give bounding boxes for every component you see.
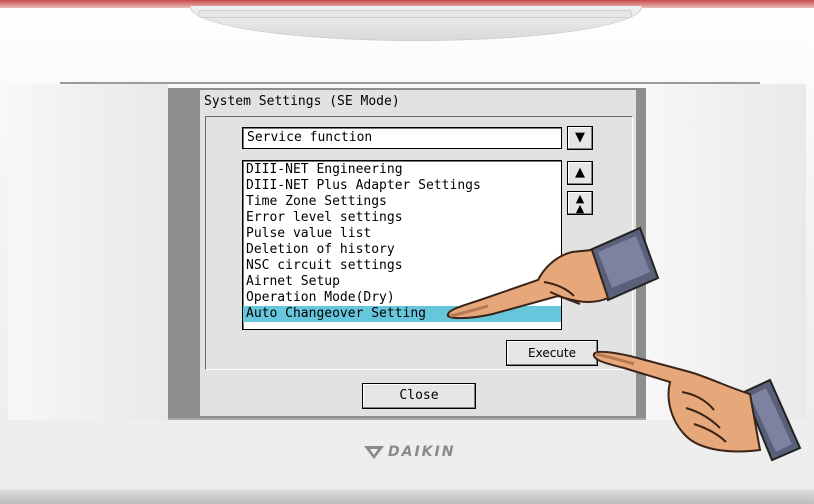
bezel-left <box>8 84 168 420</box>
bezel-divider-top <box>60 82 760 84</box>
dropdown-button[interactable]: ▼ <box>567 126 593 150</box>
category-select[interactable]: Service function <box>242 127 562 149</box>
category-select-value: Service function <box>247 130 373 145</box>
device-top-slot <box>198 10 632 18</box>
daikin-logo-icon <box>364 446 384 459</box>
double-triangle-up-icon: ▲ ▲ <box>575 192 585 215</box>
scroll-up-button[interactable]: ▲ <box>567 161 593 185</box>
device-bottom-edge <box>0 490 814 504</box>
screen-title: System Settings (SE Mode) <box>204 94 400 109</box>
list-item[interactable]: Time Zone Settings <box>243 194 561 210</box>
list-item[interactable]: DIII-NET Engineering <box>243 162 561 178</box>
bezel-divider-bottom <box>168 418 646 420</box>
scroll-to-top-button[interactable]: ▲ ▲ <box>567 191 593 215</box>
brand-name: DAIKIN <box>388 444 456 460</box>
list-item[interactable]: DIII-NET Plus Adapter Settings <box>243 178 561 194</box>
execute-button[interactable]: Execute <box>506 340 598 366</box>
brand-logo: DAIKIN <box>364 441 455 463</box>
pointing-hand-icon <box>592 350 802 462</box>
close-button[interactable]: Close <box>362 383 476 409</box>
triangle-up-icon: ▲ <box>575 165 585 180</box>
triangle-down-icon: ▼ <box>575 130 585 145</box>
pointing-hand-icon <box>446 226 660 320</box>
touch-panel-device: System Settings (SE Mode) Service functi… <box>0 0 814 504</box>
